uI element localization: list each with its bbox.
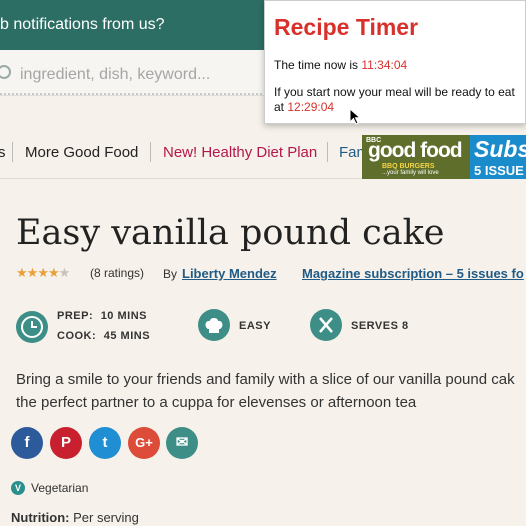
star-rating[interactable]: ★★★★★: [16, 265, 71, 281]
star-half-icon: ★: [58, 265, 71, 280]
star-icon: ★: [16, 265, 28, 280]
recipe-description: Bring a smile to your friends and family…: [16, 368, 526, 414]
difficulty-label: EASY: [239, 320, 271, 332]
current-time-line: The time now is 11:34:04: [274, 58, 407, 72]
star-icon: ★: [47, 265, 60, 280]
search-input[interactable]: [20, 64, 260, 86]
ad-subscribe-title: Subs: [474, 136, 526, 162]
recipe-timer-popup: Recipe Timer The time now is 11:34:04 If…: [264, 0, 526, 124]
facebook-share-button[interactable]: f: [11, 427, 43, 459]
nutrition-info: Nutrition: Per serving: [11, 510, 139, 525]
popup-title: Recipe Timer: [274, 14, 419, 40]
recipe-title: Easy vanilla pound cake: [16, 213, 445, 253]
nav-item-partial[interactable]: s: [0, 144, 6, 161]
pinterest-share-button[interactable]: P: [50, 427, 82, 459]
nav-item-more-good-food[interactable]: More Good Food: [25, 144, 138, 161]
cook-value: 45 MINS: [103, 330, 151, 342]
cook-label: COOK:: [57, 330, 97, 342]
chef-hat-icon: [198, 309, 230, 341]
current-time-value: 11:34:04: [361, 58, 408, 72]
ready-time-value: 12:29:04: [287, 100, 335, 114]
description-line: Bring a smile to your friends and family…: [16, 371, 515, 388]
cook-time: COOK: 45 MINS: [57, 330, 150, 342]
cutlery-icon: [310, 309, 342, 341]
google-plus-share-button[interactable]: G+: [128, 427, 160, 459]
ad-issues-text: 5 ISSUE: [474, 163, 524, 178]
twitter-icon: t: [102, 434, 108, 451]
star-icon: ★: [37, 265, 49, 280]
ad-banner[interactable]: BBC good food BBQ BURGERS ...your family…: [362, 135, 526, 179]
author-link[interactable]: Liberty Mendez: [182, 266, 277, 281]
nav-separator: [150, 142, 151, 162]
ad-good-food-panel: BBC good food BBQ BURGERS ...your family…: [362, 135, 470, 179]
ready-time-line: If you start now your meal will be ready…: [274, 85, 522, 115]
ratings-count: (8 ratings): [90, 266, 145, 280]
email-share-button[interactable]: ✉: [166, 427, 198, 459]
nutrition-label: Nutrition:: [11, 510, 70, 525]
magazine-subscription-link[interactable]: Magazine subscription – 5 issues fo: [302, 266, 524, 281]
star-icon: ★: [26, 265, 39, 280]
ad-tagline: ...your family will love: [382, 170, 439, 176]
email-icon: ✉: [175, 434, 189, 451]
nav-separator: [12, 142, 13, 162]
google-plus-icon: G+: [135, 435, 153, 450]
by-label: By: [163, 267, 178, 281]
vegetarian-label: Vegetarian: [31, 481, 89, 495]
nutrition-value: Per serving: [73, 510, 139, 525]
prep-value: 10 MINS: [100, 310, 147, 322]
vegetarian-icon: V: [11, 481, 25, 495]
twitter-share-button[interactable]: t: [89, 427, 121, 459]
mouse-cursor-icon: [349, 108, 362, 125]
prep-label: PREP:: [57, 310, 94, 322]
nav-item-healthy-diet-plan[interactable]: New! Healthy Diet Plan: [163, 144, 317, 161]
pinterest-icon: P: [60, 434, 71, 451]
notification-text: b notifications from us?: [0, 16, 165, 33]
serves-label: SERVES 8: [351, 320, 409, 332]
prep-time: PREP: 10 MINS: [57, 310, 147, 322]
clock-icon: [16, 311, 48, 343]
ad-headline: BBQ BURGERS: [382, 163, 435, 170]
description-line: the perfect partner to a cuppa for eleve…: [16, 394, 417, 411]
facebook-icon: f: [24, 434, 30, 451]
ad-brand: good food: [368, 139, 463, 162]
current-time-label: The time now is: [274, 58, 359, 72]
nav-separator: [327, 142, 328, 162]
